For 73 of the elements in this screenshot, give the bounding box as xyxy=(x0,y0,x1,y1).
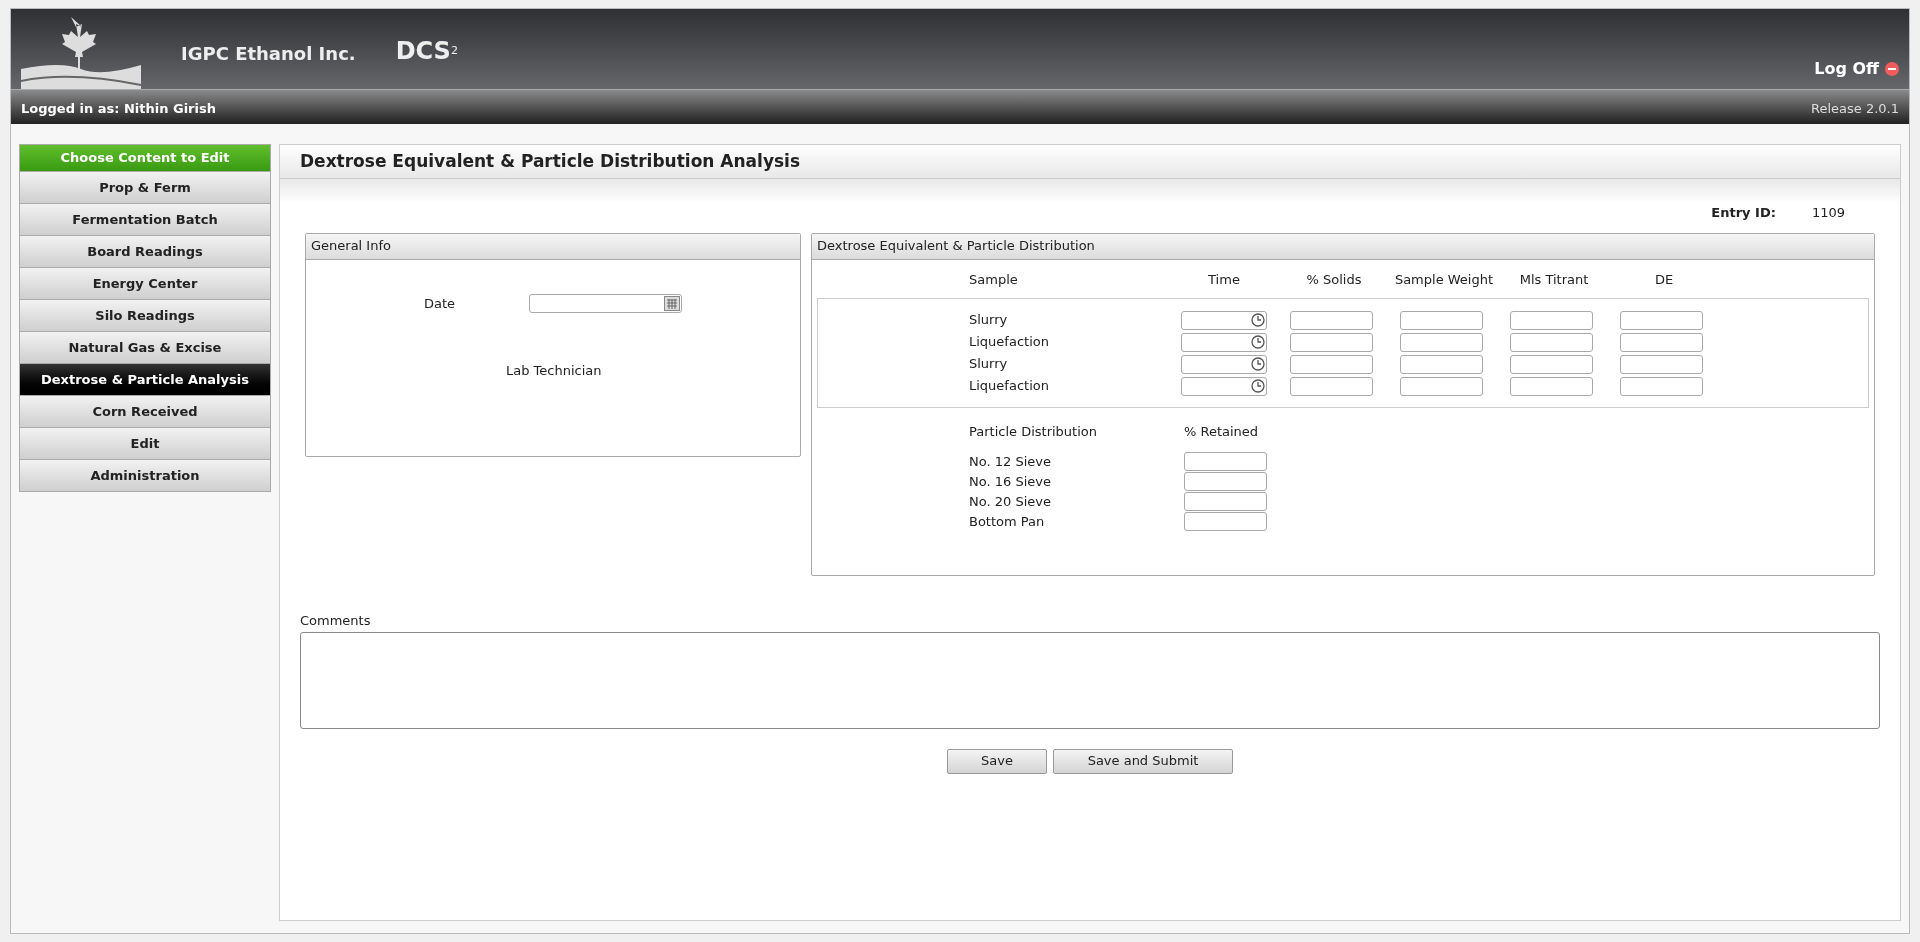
comments-field[interactable] xyxy=(300,631,1880,729)
minus-circle-icon xyxy=(1885,62,1899,76)
number-field[interactable] xyxy=(1290,354,1373,374)
number-field[interactable] xyxy=(1290,376,1373,396)
sample-label: Slurry xyxy=(969,356,1008,372)
retained-field[interactable] xyxy=(1184,452,1267,471)
sidebar-title: Choose Content to Edit xyxy=(20,145,270,171)
number-field[interactable] xyxy=(1510,332,1593,352)
time-field[interactable] xyxy=(1181,354,1267,374)
retained-field[interactable] xyxy=(1184,512,1267,531)
sidebar-item[interactable]: Dextrose & Particle Analysis xyxy=(20,363,270,395)
number-field[interactable] xyxy=(1620,310,1703,330)
sieve-label: No. 16 Sieve xyxy=(969,473,1051,489)
clock-icon[interactable] xyxy=(1251,379,1265,393)
column-header: Sample Weight xyxy=(1394,270,1494,289)
column-header: Mls Titrant xyxy=(1519,270,1589,289)
save-submit-button[interactable]: Save and Submit xyxy=(1053,748,1233,774)
sample-label: Liquefaction xyxy=(969,378,1049,394)
release-version: Release 2.0.1 xyxy=(1811,100,1899,119)
number-field[interactable] xyxy=(1400,310,1483,330)
sidebar-item[interactable]: Prop & Ferm xyxy=(20,171,270,203)
clock-icon[interactable] xyxy=(1251,357,1265,371)
retained-field[interactable] xyxy=(1184,492,1267,511)
column-header: DE xyxy=(1654,270,1674,289)
sidebar-item[interactable]: Administration xyxy=(20,459,270,491)
number-field[interactable] xyxy=(1620,332,1703,352)
panel-title: Dextrose Equivalent & Particle Distribution xyxy=(812,233,1874,260)
company-name: IGPC Ethanol Inc. xyxy=(181,42,356,66)
column-header: Particle Distribution xyxy=(969,424,1097,439)
sidebar-item[interactable]: Fermentation Batch xyxy=(20,203,270,235)
logged-in-user: Logged in as: Nithin Girish xyxy=(21,100,216,119)
sieve-label: No. 20 Sieve xyxy=(969,493,1051,509)
number-field[interactable] xyxy=(1510,354,1593,374)
retained-field[interactable] xyxy=(1184,472,1267,491)
entry-id-value: 1109 xyxy=(1811,204,1845,222)
date-label: Date xyxy=(424,294,457,313)
column-header: % Retained xyxy=(1184,423,1259,441)
sidebar-item[interactable]: Corn Received xyxy=(20,395,270,427)
date-field[interactable] xyxy=(529,293,682,313)
save-button[interactable]: Save xyxy=(947,748,1047,774)
sample-label: Slurry xyxy=(969,312,1008,328)
column-header: Sample xyxy=(969,270,1018,289)
time-field[interactable] xyxy=(1181,332,1267,352)
sidebar-item[interactable]: Natural Gas & Excise xyxy=(20,331,270,363)
product-name: DCS$^{2}$ xyxy=(395,36,458,67)
calendar-icon[interactable] xyxy=(664,295,680,311)
number-field[interactable] xyxy=(1290,332,1373,352)
number-field[interactable] xyxy=(1400,332,1483,352)
sieve-label: No. 12 Sieve xyxy=(969,453,1051,469)
panel-title: General Info xyxy=(306,233,800,260)
time-field[interactable] xyxy=(1181,376,1267,396)
time-field[interactable] xyxy=(1181,310,1267,330)
column-header: % Solids xyxy=(1306,270,1362,289)
entry-id-label: Entry ID: xyxy=(1711,204,1776,222)
column-header: Time xyxy=(1208,270,1240,289)
number-field[interactable] xyxy=(1400,376,1483,396)
number-field[interactable] xyxy=(1510,310,1593,330)
clock-icon[interactable] xyxy=(1251,313,1265,327)
number-field[interactable] xyxy=(1620,354,1703,374)
sample-label: Liquefaction xyxy=(969,334,1049,350)
comments-label: Comments xyxy=(300,612,371,628)
sidebar-item[interactable]: Silo Readings xyxy=(20,299,270,331)
clock-icon[interactable] xyxy=(1251,335,1265,349)
sieve-label: Bottom Pan xyxy=(969,513,1045,529)
number-field[interactable] xyxy=(1290,310,1373,330)
sidebar-item[interactable]: Board Readings xyxy=(20,235,270,267)
number-field[interactable] xyxy=(1620,376,1703,396)
sidebar-item[interactable]: Energy Center xyxy=(20,267,270,299)
technician-label: Lab Technician xyxy=(506,362,602,380)
number-field[interactable] xyxy=(1400,354,1483,374)
logoff-link[interactable]: Log Off xyxy=(1814,57,1899,81)
sidebar-item[interactable]: Edit xyxy=(20,427,270,459)
number-field[interactable] xyxy=(1510,376,1593,396)
